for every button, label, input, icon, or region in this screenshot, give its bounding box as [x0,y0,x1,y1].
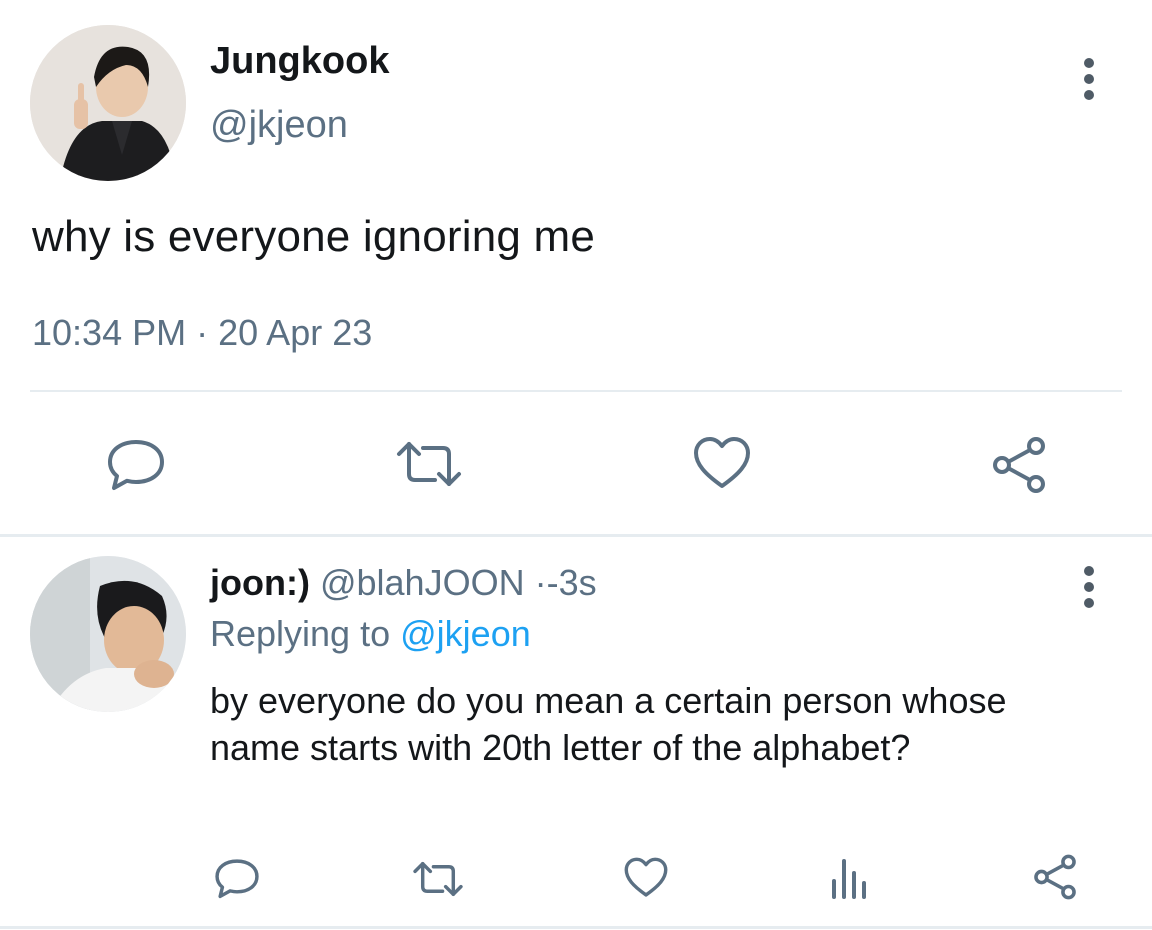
reply-author-name[interactable]: joon:) [210,562,310,603]
reply-icon[interactable] [214,856,260,900]
more-options-icon[interactable] [1084,58,1094,100]
reply-author-handle[interactable]: @blahJOON [320,562,525,603]
share-icon[interactable] [1032,854,1078,900]
reply-tweet-text: by everyone do you mean a certain person… [210,680,1007,768]
replying-to-label: Replying to [210,613,391,654]
retweet-icon[interactable] [412,860,464,898]
like-icon[interactable] [693,436,751,490]
more-options-icon[interactable] [1084,566,1094,608]
main-author-name[interactable]: Jungkook [210,40,389,83]
reply-age[interactable]: -3s [547,562,597,603]
analytics-icon[interactable] [830,855,870,899]
share-icon[interactable] [990,436,1048,494]
retweet-icon[interactable] [395,440,463,488]
replying-to-handle[interactable]: @jkjeon [400,613,531,654]
main-author-avatar[interactable] [30,25,186,181]
divider [0,534,1152,537]
tweet-date: 20 Apr 23 [218,312,373,353]
replying-to-line: Replying to @jkjeon [210,613,531,655]
divider [0,926,1152,929]
reply-header: joon:) @blahJOON ·-3s [210,562,597,604]
reply-icon[interactable] [106,436,166,492]
reply-author-avatar[interactable] [30,556,186,712]
main-author-handle[interactable]: @jkjeon [210,104,348,147]
like-icon[interactable] [624,857,668,898]
main-tweet-text: why is everyone ignoring me [32,212,596,261]
timestamp-separator: · [196,312,209,353]
divider [30,390,1122,392]
tweet-time: 10:34 PM [32,312,187,353]
main-tweet-timestamp[interactable]: 10:34 PM · 20 Apr 23 [32,312,372,354]
reply-meta-separator: · [534,562,547,603]
